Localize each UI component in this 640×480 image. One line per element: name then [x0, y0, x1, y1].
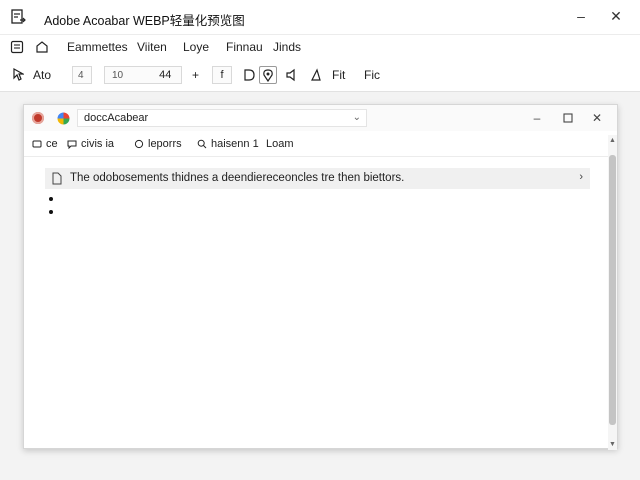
app-title: Adobe Acoabar WEBP轻量化预览图	[44, 14, 245, 28]
inner-tool-2-label: civis ia	[81, 138, 115, 150]
circle-icon	[134, 139, 144, 149]
menu-item-loye[interactable]: Loye	[183, 40, 209, 54]
inner-tool-3[interactable]: leporrs	[134, 138, 182, 150]
page-field-right: 44	[159, 69, 172, 81]
menu-item-jinds[interactable]: Jinds	[273, 40, 301, 54]
document-icon	[11, 9, 26, 25]
page-box[interactable]: 4	[72, 66, 92, 84]
chevron-down-icon[interactable]: ⌄	[353, 112, 361, 123]
inner-window: doccAcabear ⌄ – ✕ ce civis ia leporrs ha…	[23, 104, 618, 450]
menu-item-finnau[interactable]: Finnau	[226, 40, 263, 54]
menu-item-viiten[interactable]: Viiten	[137, 40, 167, 54]
zoom-in-button[interactable]: +	[192, 68, 199, 82]
document-icon	[51, 172, 63, 185]
search-icon	[197, 139, 207, 149]
pin-icon[interactable]	[259, 66, 277, 84]
inner-tool-3-label: leporrs	[148, 138, 182, 150]
inner-toolbar: ce civis ia leporrs haisenn 1 Loam	[24, 133, 617, 157]
chevron-right-icon[interactable]: ›	[579, 171, 583, 183]
app-titlebar: Adobe Acoabar WEBP轻量化预览图 – ✕	[0, 0, 640, 34]
inner-tool-1[interactable]: ce	[32, 138, 58, 150]
notice-bar[interactable]: The odobosements thidnes a deendiereceon…	[45, 168, 590, 189]
page-field-left: 10	[112, 69, 124, 81]
inner-tool-4-label: haisenn 1	[211, 138, 259, 150]
list-bullet	[49, 197, 53, 201]
menu-item-eammettes[interactable]: Eammettes	[67, 40, 128, 54]
address-bar[interactable]: doccAcabear ⌄	[77, 109, 367, 127]
fit-button[interactable]: Fit	[332, 68, 345, 82]
triangle-icon[interactable]	[307, 66, 325, 84]
inner-close-button[interactable]: ✕	[587, 109, 607, 127]
scroll-up-arrow-icon[interactable]: ▲	[609, 137, 616, 145]
scroll-thumb[interactable]	[609, 155, 616, 425]
notice-text: The odobosements thidnes a deendiereceon…	[70, 172, 405, 184]
text-cursor-icon[interactable]	[8, 66, 26, 84]
vertical-scrollbar[interactable]: ▲ ▼	[608, 135, 617, 450]
app-logo-icon	[32, 112, 44, 124]
panel-icon[interactable]	[9, 39, 25, 55]
chat-icon	[67, 140, 77, 149]
inner-maximize-button[interactable]	[558, 109, 578, 127]
f-button[interactable]: f	[212, 66, 232, 84]
close-button[interactable]: ✕	[605, 6, 627, 26]
colorful-logo-icon	[57, 112, 70, 125]
inner-tool-2[interactable]: civis ia	[67, 138, 114, 150]
menu-bar: Eammettes Viiten Loye Finnau Jinds	[0, 34, 640, 58]
inner-tool-4[interactable]: haisenn 1	[197, 138, 259, 150]
inner-titlebar: doccAcabear ⌄ – ✕	[24, 105, 617, 131]
ato-label[interactable]: Ato	[33, 68, 51, 82]
home-icon[interactable]	[34, 39, 50, 55]
inner-tool-5-label: Loam	[266, 138, 294, 150]
main-toolbar: Ato 4 10 44 + f Fit Fic	[0, 58, 640, 92]
screen-icon	[32, 140, 42, 148]
address-text: doccAcabear	[84, 112, 149, 124]
minimize-button[interactable]: –	[570, 6, 592, 26]
inner-tool-1-label: ce	[46, 138, 58, 150]
scroll-down-arrow-icon[interactable]: ▼	[609, 441, 616, 449]
page-number-field[interactable]: 10 44	[104, 66, 182, 84]
inner-minimize-button[interactable]: –	[527, 109, 547, 127]
fic-button[interactable]: Fic	[364, 68, 380, 82]
list-bullet	[49, 210, 53, 214]
inner-tool-5[interactable]: Loam	[266, 138, 294, 150]
speaker-icon[interactable]	[282, 66, 300, 84]
shape-d-icon[interactable]	[240, 66, 258, 84]
